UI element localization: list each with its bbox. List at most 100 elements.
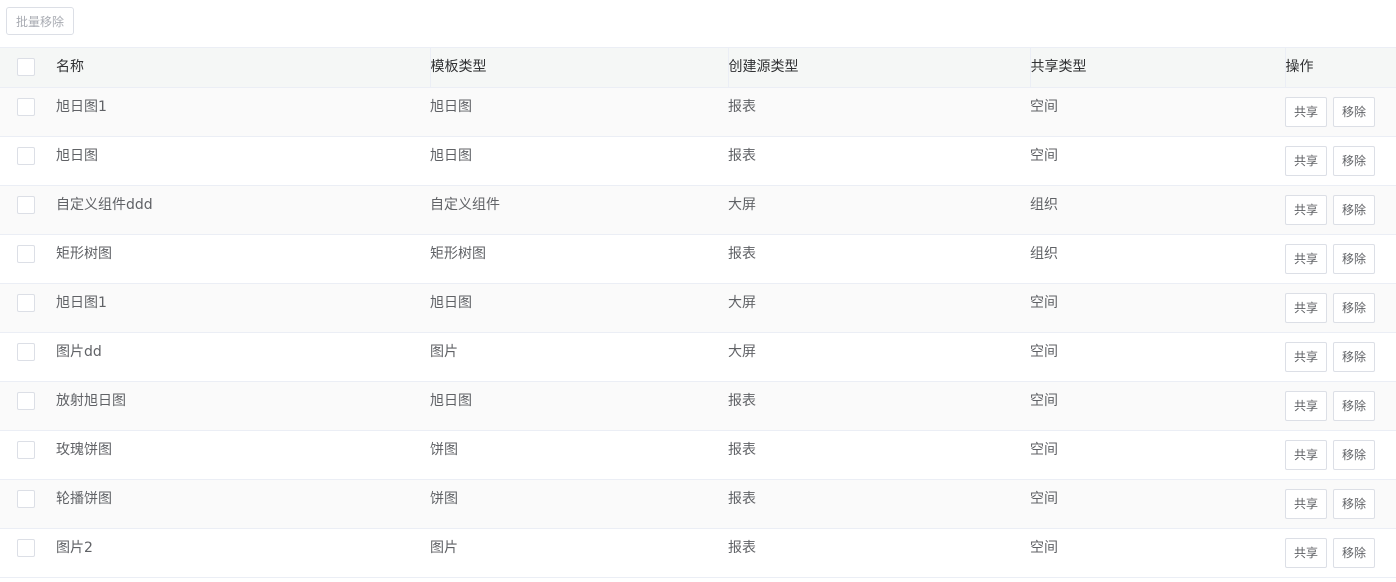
row-select-cell (0, 529, 56, 578)
cell-share-type: 组织 (1030, 246, 1058, 262)
table-row: 旭日图1 旭日图 报表 空间 共享 移除 (0, 87, 1396, 137)
row-checkbox[interactable] (17, 196, 35, 214)
row-select-cell (0, 284, 56, 333)
cell-source-type: 报表 (728, 148, 756, 164)
remove-button[interactable]: 移除 (1333, 195, 1376, 225)
cell-name: 自定义组件ddd (56, 197, 153, 213)
cell-template-type: 饼图 (430, 442, 458, 458)
share-button[interactable]: 共享 (1285, 538, 1328, 568)
share-button[interactable]: 共享 (1285, 391, 1328, 421)
row-select-cell (0, 88, 56, 137)
cell-actions: 共享 移除 (1285, 235, 1396, 284)
cell-template-type: 图片 (430, 344, 458, 360)
cell-name: 放射旭日图 (56, 393, 126, 409)
cell-source-type: 大屏 (728, 197, 756, 213)
table-row: 旭日图 旭日图 报表 空间 共享 移除 (0, 136, 1396, 186)
remove-button[interactable]: 移除 (1333, 538, 1376, 568)
row-select-cell (0, 333, 56, 382)
table-body: 旭日图1 旭日图 报表 空间 共享 移除 旭日图 旭日图 报表 空间 共享 移除 自定义组件ddd 自定义… (0, 87, 1396, 578)
row-checkbox[interactable] (17, 392, 35, 410)
cell-source-type: 报表 (728, 393, 756, 409)
cell-share-type: 组织 (1030, 197, 1058, 213)
share-button[interactable]: 共享 (1285, 146, 1328, 176)
cell-name: 旭日图1 (56, 295, 107, 311)
remove-button[interactable]: 移除 (1333, 489, 1376, 519)
table-row: 自定义组件ddd 自定义组件 大屏 组织 共享 移除 (0, 185, 1396, 235)
row-select-cell (0, 186, 56, 235)
cell-template-type: 饼图 (430, 491, 458, 507)
cell-source-type: 报表 (728, 442, 756, 458)
cell-source-type: 报表 (728, 491, 756, 507)
cell-source-type: 报表 (728, 246, 756, 262)
cell-template-type: 旭日图 (430, 393, 472, 409)
remove-button[interactable]: 移除 (1333, 97, 1376, 127)
row-checkbox[interactable] (17, 490, 35, 508)
cell-template-type: 旭日图 (430, 99, 472, 115)
row-select-cell (0, 382, 56, 431)
share-button[interactable]: 共享 (1285, 195, 1328, 225)
cell-actions: 共享 移除 (1285, 382, 1396, 431)
cell-actions: 共享 移除 (1285, 333, 1396, 382)
cell-share-type: 空间 (1030, 442, 1058, 458)
template-table: 名称 模板类型 创建源类型 共享类型 操作 旭日图1 旭日图 报表 空间 共享 移除 旭日图… (0, 47, 1396, 578)
cell-source-type: 大屏 (728, 344, 756, 360)
row-checkbox[interactable] (17, 343, 35, 361)
cell-template-type: 图片 (430, 540, 458, 556)
cell-template-type: 矩形树图 (430, 246, 486, 262)
cell-share-type: 空间 (1030, 491, 1058, 507)
cell-actions: 共享 移除 (1285, 88, 1396, 137)
share-button[interactable]: 共享 (1285, 293, 1328, 323)
table-row: 矩形树图 矩形树图 报表 组织 共享 移除 (0, 234, 1396, 284)
row-select-cell (0, 431, 56, 480)
cell-share-type: 空间 (1030, 148, 1058, 164)
cell-name: 旭日图 (56, 148, 98, 164)
column-header-template-type: 模板类型 (429, 47, 728, 88)
cell-actions: 共享 移除 (1285, 284, 1396, 333)
share-button[interactable]: 共享 (1285, 489, 1328, 519)
remove-button[interactable]: 移除 (1333, 146, 1376, 176)
cell-share-type: 空间 (1030, 99, 1058, 115)
row-select-cell (0, 480, 56, 529)
cell-source-type: 大屏 (728, 295, 756, 311)
share-button[interactable]: 共享 (1285, 244, 1328, 274)
table-header-row: 名称 模板类型 创建源类型 共享类型 操作 (0, 47, 1396, 88)
cell-name: 图片dd (56, 344, 102, 360)
table-row: 旭日图1 旭日图 大屏 空间 共享 移除 (0, 283, 1396, 333)
table-row: 轮播饼图 饼图 报表 空间 共享 移除 (0, 479, 1396, 529)
share-button[interactable]: 共享 (1285, 97, 1328, 127)
row-checkbox[interactable] (17, 294, 35, 312)
cell-name: 矩形树图 (56, 246, 112, 262)
column-header-actions: 操作 (1284, 47, 1396, 88)
row-checkbox[interactable] (17, 98, 35, 116)
column-header-name: 名称 (56, 47, 430, 88)
remove-button[interactable]: 移除 (1333, 391, 1376, 421)
column-header-source-type: 创建源类型 (727, 47, 1030, 88)
remove-button[interactable]: 移除 (1333, 244, 1376, 274)
cell-actions: 共享 移除 (1285, 480, 1396, 529)
cell-share-type: 空间 (1030, 295, 1058, 311)
cell-template-type: 自定义组件 (430, 197, 500, 213)
share-button[interactable]: 共享 (1285, 440, 1328, 470)
cell-share-type: 空间 (1030, 344, 1058, 360)
row-checkbox[interactable] (17, 539, 35, 557)
table-row: 玫瑰饼图 饼图 报表 空间 共享 移除 (0, 430, 1396, 480)
row-checkbox[interactable] (17, 147, 35, 165)
cell-share-type: 空间 (1030, 540, 1058, 556)
table-row: 图片dd 图片 大屏 空间 共享 移除 (0, 332, 1396, 382)
remove-button[interactable]: 移除 (1333, 440, 1376, 470)
cell-actions: 共享 移除 (1285, 186, 1396, 235)
row-checkbox[interactable] (17, 245, 35, 263)
cell-name: 玫瑰饼图 (56, 442, 112, 458)
remove-button[interactable]: 移除 (1333, 293, 1376, 323)
remove-button[interactable]: 移除 (1333, 342, 1376, 372)
cell-template-type: 旭日图 (430, 148, 472, 164)
share-button[interactable]: 共享 (1285, 342, 1328, 372)
cell-name: 轮播饼图 (56, 491, 112, 507)
cell-actions: 共享 移除 (1285, 529, 1396, 578)
cell-name: 旭日图1 (56, 99, 107, 115)
select-all-checkbox[interactable] (17, 58, 35, 76)
batch-remove-button[interactable]: 批量移除 (6, 7, 75, 35)
cell-source-type: 报表 (728, 540, 756, 556)
table-row: 图片2 图片 报表 空间 共享 移除 (0, 528, 1396, 578)
row-checkbox[interactable] (17, 441, 35, 459)
